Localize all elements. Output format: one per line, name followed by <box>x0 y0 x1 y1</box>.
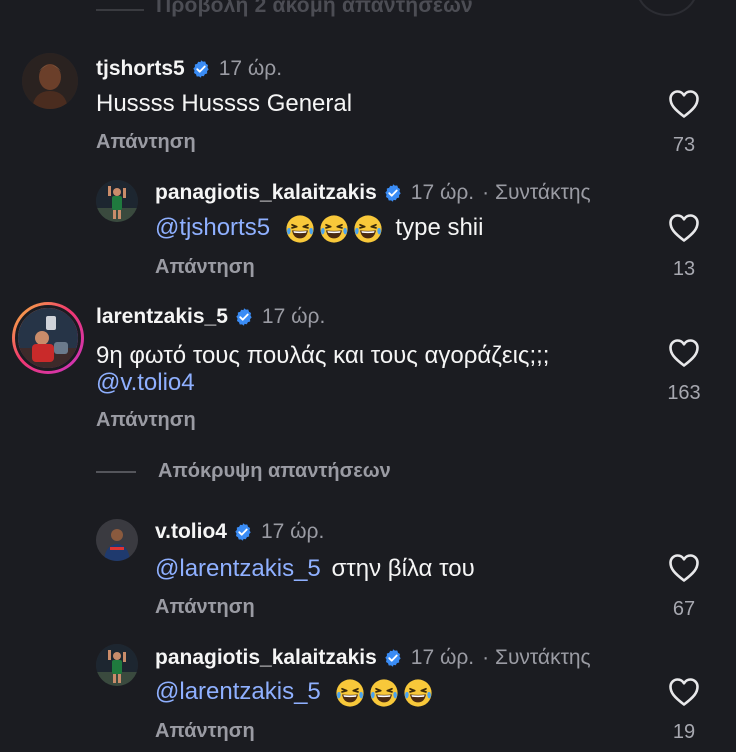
view-more-replies-button[interactable]: Προβολή 2 ακόμη απαντήσεων <box>156 0 473 18</box>
mention-link[interactable]: @larentzakis_5 <box>155 555 321 582</box>
comment-header: v.tolio4 17 ώρ. <box>155 520 324 544</box>
comment-header: panagiotis_kalaitzakis 17 ώρ. · Συντάκτη… <box>155 646 591 670</box>
comment-text-line-2: @v.tolio4 <box>96 366 195 400</box>
comment-body: type shii <box>395 214 484 241</box>
like-count: 19 <box>672 721 696 743</box>
comment-body: Hussss Hussss General <box>96 90 353 117</box>
like-count: 13 <box>672 258 696 280</box>
avatar <box>15 305 81 371</box>
like-count: 163 <box>667 382 701 404</box>
thread-line <box>96 470 136 473</box>
hide-replies-label: Απόκρυψη απαντήσεων <box>158 460 391 482</box>
timestamp: 17 ώρ. <box>410 646 475 669</box>
avatar-story-ring[interactable] <box>12 302 84 374</box>
timestamp: 17 ώρ. <box>260 520 325 543</box>
verified-badge-icon <box>383 183 403 203</box>
comment-text: Hussss Hussss General <box>96 87 352 121</box>
reply-button[interactable]: Απάντηση <box>96 409 196 432</box>
avatar[interactable] <box>96 519 138 561</box>
comment-text: @tjshorts5 type shii <box>155 211 483 245</box>
author-tag: · Συντάκτης <box>482 181 591 204</box>
verified-badge-icon <box>191 59 211 79</box>
verified-badge-icon <box>234 307 254 327</box>
avatar[interactable] <box>96 644 138 686</box>
like-heart-icon[interactable] <box>668 677 700 707</box>
reply-button[interactable]: Απάντηση <box>155 596 255 619</box>
laughing-emoji-icon <box>319 214 349 244</box>
verified-badge-icon <box>233 522 253 542</box>
comment-body: στην βίλα του <box>331 555 475 582</box>
verified-badge-icon <box>383 648 403 668</box>
avatar[interactable] <box>22 53 78 109</box>
like-heart-icon[interactable] <box>668 553 700 583</box>
like-count: 73 <box>672 134 696 156</box>
emoji-group <box>335 678 433 708</box>
username[interactable]: panagiotis_kalaitzakis <box>155 646 377 670</box>
hide-replies-button[interactable]: Απόκρυψη απαντήσεων <box>96 460 391 483</box>
collapsed-line <box>96 9 144 11</box>
username[interactable]: panagiotis_kalaitzakis <box>155 181 377 205</box>
mention-link[interactable]: @v.tolio4 <box>96 369 195 396</box>
like-heart-icon[interactable] <box>668 89 700 119</box>
like-heart-icon[interactable] <box>668 338 700 368</box>
timestamp: 17 ώρ. <box>261 305 326 328</box>
reply-button[interactable]: Απάντηση <box>155 256 255 279</box>
comment-body: 9η φωτό τους πουλάς και τους αγοράζεις;;… <box>96 342 550 369</box>
author-tag: · Συντάκτης <box>482 646 591 669</box>
username[interactable]: larentzakis_5 <box>96 305 228 329</box>
partial-circle-button[interactable] <box>636 0 698 16</box>
laughing-emoji-icon <box>353 214 383 244</box>
timestamp: 17 ώρ. <box>218 57 283 80</box>
comment-header: larentzakis_5 17 ώρ. <box>96 305 325 329</box>
laughing-emoji-icon <box>335 678 365 708</box>
comment-header: tjshorts5 17 ώρ. <box>96 57 282 81</box>
laughing-emoji-icon <box>403 678 433 708</box>
reply-button[interactable]: Απάντηση <box>96 131 196 154</box>
reply-button[interactable]: Απάντηση <box>155 720 255 743</box>
mention-link[interactable]: @larentzakis_5 <box>155 678 321 705</box>
comment-header: panagiotis_kalaitzakis 17 ώρ. · Συντάκτη… <box>155 181 591 205</box>
timestamp: 17 ώρ. <box>410 181 475 204</box>
laughing-emoji-icon <box>285 214 315 244</box>
avatar[interactable] <box>96 180 138 222</box>
mention-link[interactable]: @tjshorts5 <box>155 214 270 241</box>
username[interactable]: v.tolio4 <box>155 520 227 544</box>
emoji-group <box>285 214 383 244</box>
laughing-emoji-icon <box>369 678 399 708</box>
comment-text: @larentzakis_5 στην βίλα του <box>155 552 475 586</box>
username[interactable]: tjshorts5 <box>96 57 185 81</box>
like-heart-icon[interactable] <box>668 213 700 243</box>
comment-text: @larentzakis_5 <box>155 675 439 709</box>
like-count: 67 <box>672 598 696 620</box>
